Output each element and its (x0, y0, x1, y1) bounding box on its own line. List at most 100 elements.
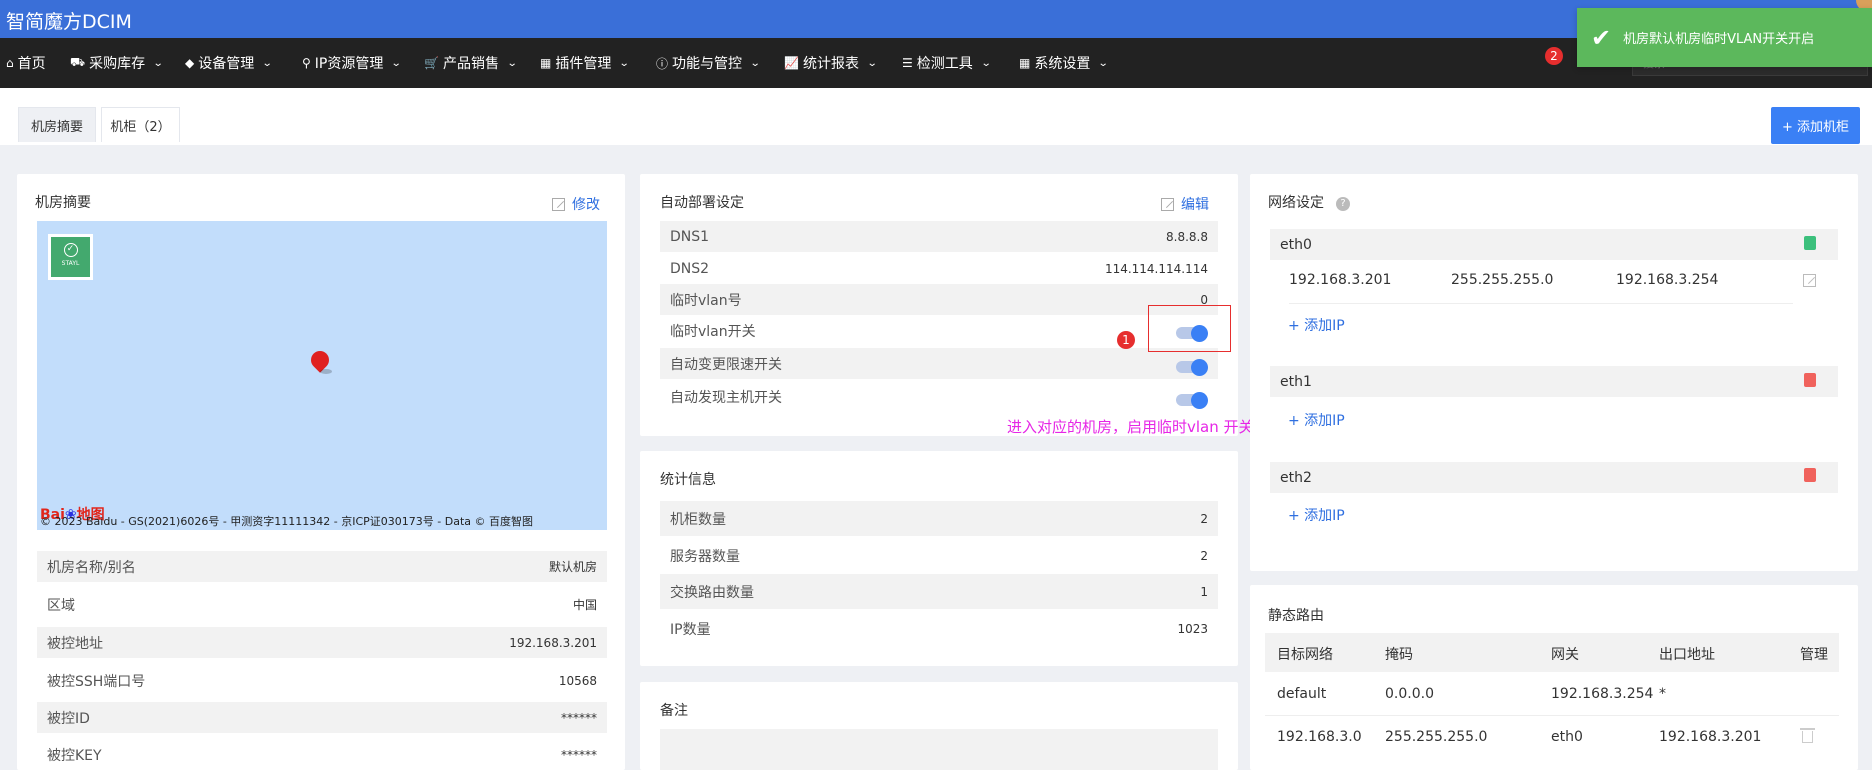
chevron-down-icon: ⌄ (152, 57, 164, 69)
status-indicator (1804, 468, 1816, 482)
table-cell: 192.168.3.201 (1659, 729, 1762, 745)
ip-gateway: 192.168.3.254 (1616, 272, 1719, 288)
nav-item-features[interactable]: ⓘ 功能与管控 ⌄ (656, 52, 761, 74)
map-pin-shadow (320, 369, 332, 374)
interface-header: eth0 (1270, 229, 1838, 260)
column-header: 掩码 (1385, 647, 1413, 663)
trash-icon[interactable] (1800, 728, 1815, 743)
nav-item-reports[interactable]: 📈 统计报表 ⌄ (784, 52, 878, 74)
summary-row: 被控ID ****** (37, 702, 607, 733)
status-indicator (1804, 236, 1816, 250)
stats-row: 交换路由数量 1 (660, 574, 1218, 609)
chevron-down-icon: ⌄ (1098, 57, 1109, 69)
stats-row: 机柜数量 2 (660, 501, 1218, 536)
auto-discover-toggle[interactable] (1176, 391, 1208, 409)
edit-label: 修改 (572, 197, 600, 213)
card-title: 统计信息 (660, 472, 716, 488)
add-ip-link[interactable]: + 添加IP (1288, 410, 1345, 430)
grid-icon: ▦ (540, 56, 552, 70)
nav-item-purchase[interactable]: ⛟ 采购库存 ⌄ (70, 52, 164, 74)
tab-summary[interactable]: 机房摘要 (18, 107, 96, 142)
column-header: 目标网络 (1277, 647, 1333, 663)
chevron-down-icon: ⌄ (619, 57, 630, 69)
chevron-down-icon: ⌄ (866, 57, 878, 69)
add-ip-link[interactable]: + 添加IP (1288, 315, 1345, 335)
nav-label: 产品销售 (442, 56, 499, 72)
nav-label: 首页 (17, 56, 46, 72)
nav-item-plugins[interactable]: ▦ 插件管理 ⌄ (540, 52, 630, 74)
nav-item-settings[interactable]: ▦ 系统设置 ⌄ (1019, 52, 1109, 74)
stats-row: IP数量 1023 (670, 621, 1208, 638)
deploy-row: 自动发现主机开关 (670, 389, 782, 406)
help-icon[interactable]: ? (1336, 197, 1350, 211)
nav-item-sales[interactable]: 🛒 产品销售 ⌄ (424, 52, 518, 74)
nav-label: 采购库存 (89, 56, 146, 72)
summary-row: 区域 中国 (47, 597, 597, 614)
table-cell: 192.168.3.254 (1551, 686, 1654, 702)
edit-icon (552, 197, 565, 211)
notification-badge[interactable]: 2 (1545, 47, 1563, 65)
notes-textarea[interactable] (660, 729, 1218, 770)
chevron-down-icon: ⌄ (506, 57, 518, 69)
edit-label: 编辑 (1181, 197, 1209, 213)
ip-mask: 255.255.255.0 (1451, 272, 1554, 288)
nav-label: 检测工具 (916, 56, 973, 72)
list-icon: ☰ (902, 56, 913, 70)
brand-title: 智简魔方DCIM (6, 11, 132, 33)
summary-row: 被控KEY ****** (47, 747, 597, 764)
summary-row: 被控地址 192.168.3.201 (37, 627, 607, 658)
instruction-annotation: 进入对应的机房，启用临时vlan 开关 (1007, 418, 1254, 436)
nav-label: IP资源管理 (314, 56, 384, 72)
edit-icon[interactable] (1803, 274, 1816, 287)
map-view[interactable]: ✓ STAYL Bai❀地图 © 2023 Baidu - GS(2021)602… (37, 221, 607, 530)
nav-label: 功能与管控 (672, 56, 743, 72)
table-cell: * (1659, 686, 1666, 702)
add-ip-link[interactable]: + 添加IP (1288, 505, 1345, 525)
info-circle-icon: ⓘ (656, 56, 669, 71)
table-cell: 255.255.255.0 (1385, 729, 1488, 745)
table-cell: 0.0.0.0 (1385, 686, 1434, 702)
card-title: 备注 (660, 703, 688, 719)
deploy-row: DNS1 8.8.8.8 (660, 221, 1218, 252)
summary-row: 被控SSH端口号 10568 (47, 673, 597, 690)
grid-icon: ▦ (1019, 56, 1031, 70)
check-icon: ✓ (63, 243, 78, 257)
home-icon: ⌂ (6, 56, 14, 70)
add-cabinet-button[interactable]: + 添加机柜 (1771, 107, 1860, 144)
summary-row: 机房名称/别名 默认机房 (37, 551, 607, 582)
nav-item-ip[interactable]: ⚲ IP资源管理 ⌄ (302, 52, 403, 74)
cube-icon: ◆ (185, 56, 195, 70)
table-cell: 192.168.3.0 (1277, 729, 1362, 745)
row-divider (1265, 715, 1839, 716)
chevron-down-icon: ⌄ (980, 57, 992, 69)
stats-row: 服务器数量 2 (670, 548, 1208, 565)
nav-item-tools[interactable]: ☰ 检测工具 ⌄ (902, 52, 992, 74)
nav-item-home[interactable]: ⌂ 首页 (6, 52, 46, 74)
table-cell: eth0 (1551, 729, 1583, 745)
car-icon: ⛟ (70, 55, 86, 69)
edit-deploy-link[interactable]: 编辑 (1161, 194, 1209, 214)
nav-item-devices[interactable]: ◆ 设备管理 ⌄ (185, 52, 273, 74)
chevron-down-icon: ⌄ (391, 57, 403, 69)
edit-icon (1161, 197, 1174, 211)
edit-summary-link[interactable]: 修改 (552, 194, 600, 214)
nav-label: 设备管理 (198, 56, 255, 72)
deploy-row: 自动变更限速开关 (660, 348, 1218, 379)
nav-label: 统计报表 (802, 56, 859, 72)
cart-icon: 🛒 (424, 56, 439, 70)
line-chart-icon: 📈 (784, 56, 799, 70)
map-copyright: © 2023 Baidu - GS(2021)6026号 - 甲测资字11111… (40, 515, 534, 528)
highlight-box (1148, 305, 1231, 352)
status-indicator (1804, 373, 1816, 387)
auto-rate-toggle[interactable] (1176, 358, 1208, 376)
deploy-row: DNS2 114.114.114.114 (670, 260, 1208, 277)
chevron-down-icon: ⌄ (261, 57, 273, 69)
card-title: 网络设定? (1268, 192, 1350, 212)
tab-cabinets[interactable]: 机柜（2） (101, 107, 180, 142)
interface-header: eth1 (1270, 366, 1838, 397)
card-title: 静态路由 (1268, 608, 1324, 624)
tab-strip: 机房摘要 机柜（2） (0, 88, 1872, 145)
success-toast: ✔ 机房默认机房临时VLAN开关开启 (1577, 8, 1872, 67)
card-title: 自动部署设定 (660, 195, 744, 211)
column-header: 网关 (1551, 647, 1579, 663)
